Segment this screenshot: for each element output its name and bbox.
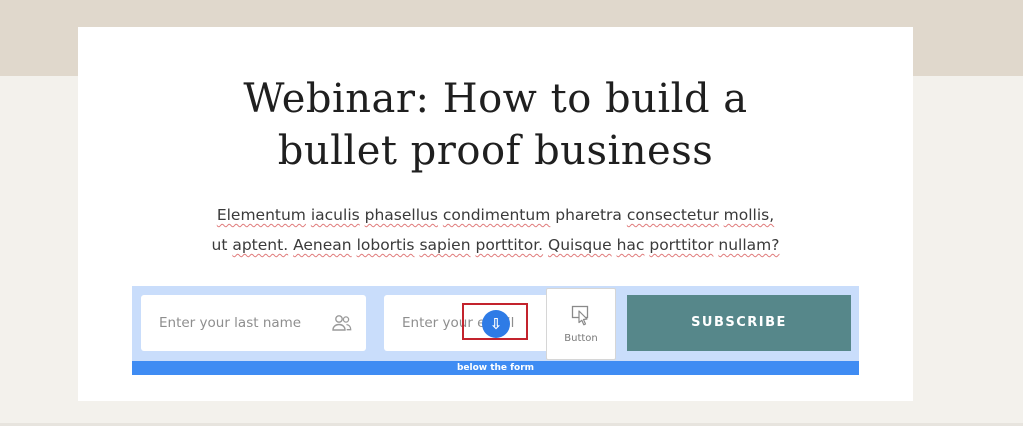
description-word: lobortis: [356, 236, 415, 254]
subscribe-button[interactable]: SUBSCRIBE: [627, 295, 851, 351]
title-line-1: Webinar: How to build a: [243, 76, 748, 122]
button-widget[interactable]: Button: [546, 288, 616, 360]
users-icon: [332, 315, 352, 331]
below-form-label: below the form: [132, 361, 859, 375]
description-word: Quisque: [548, 236, 612, 254]
last-name-placeholder: Enter your last name: [159, 315, 302, 331]
description-word: ut: [211, 236, 228, 254]
description-word: Elementum: [216, 206, 306, 224]
description-text: Elementum iaculis phasellus condimentum …: [168, 200, 823, 260]
description-word: Aenean: [293, 236, 352, 254]
description-word: phasellus: [364, 206, 438, 224]
webinar-card: Webinar: How to build a bullet proof bus…: [78, 27, 913, 401]
button-widget-label: Button: [564, 333, 598, 344]
page-title: Webinar: How to build a bullet proof bus…: [78, 73, 913, 177]
description-word: porttitor: [649, 236, 714, 254]
description-word: iaculis: [310, 206, 360, 224]
description-word: sapien: [419, 236, 471, 254]
last-name-field[interactable]: Enter your last name: [141, 295, 366, 351]
title-line-2: bullet proof business: [277, 128, 714, 174]
description-word: aptent.: [232, 236, 289, 254]
cursor-click-icon: [571, 305, 589, 326]
description-word: hac: [616, 236, 645, 254]
description-word: nullam?: [718, 236, 780, 254]
description-word: pharetra: [555, 206, 622, 224]
description-word: mollis,: [723, 206, 775, 224]
description-word: consectetur: [626, 206, 719, 224]
description-word: condimentum: [442, 206, 551, 224]
description-word: porttitor.: [475, 236, 544, 254]
drag-handle-icon[interactable]: ⇩: [482, 310, 510, 338]
